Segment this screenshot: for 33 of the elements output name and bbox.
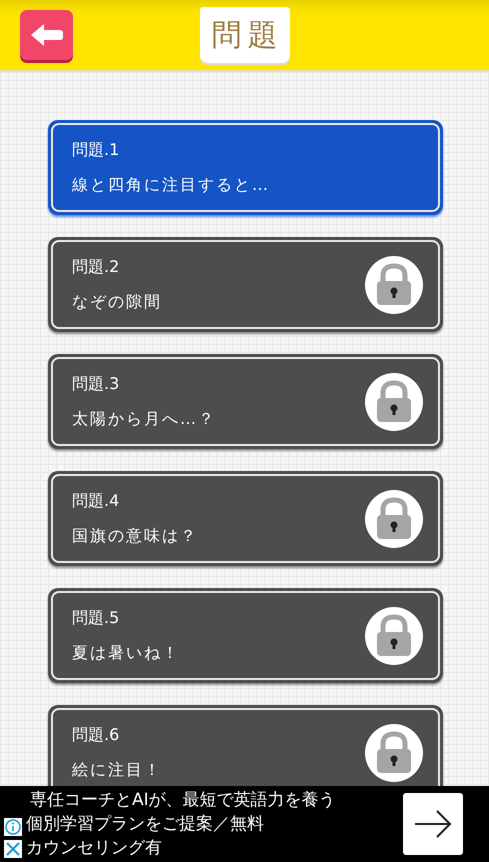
problem-card[interactable]: 問題.6 絵に注目！ — [48, 705, 443, 786]
problem-number: 問題.1 — [72, 140, 120, 160]
problem-title: 線と四角に注目すると… — [72, 174, 271, 196]
back-button[interactable] — [20, 10, 73, 60]
lock-icon — [364, 372, 424, 432]
problem-card[interactable]: 問題.1 線と四角に注目すると… — [48, 120, 443, 215]
lock-icon — [364, 254, 424, 314]
problem-number: 問題.4 — [72, 490, 120, 512]
ad-text: カウンセリング有 — [26, 837, 163, 860]
lock-icon — [364, 606, 424, 666]
problem-number: 問題.5 — [72, 608, 120, 628]
page-title: 問題 — [200, 7, 290, 63]
info-icon[interactable] — [4, 818, 22, 836]
problem-number: 問題.6 — [72, 724, 120, 746]
problem-title: 絵に注目！ — [72, 760, 163, 780]
problem-title: 夏は暑いね！ — [72, 642, 181, 664]
close-icon[interactable] — [4, 840, 22, 858]
problem-title: 国旗の意味は？ — [72, 526, 199, 546]
problem-title: 太陽から月へ…？ — [72, 408, 217, 430]
lock-icon — [364, 488, 424, 548]
ad-text: 個別学習プランをご提案／無料 — [26, 813, 265, 836]
problem-number: 問題.3 — [72, 374, 120, 394]
problem-card[interactable]: 問題.3 太陽から月へ…？ — [48, 354, 443, 449]
arrow-right-icon — [413, 809, 453, 839]
problem-title: なぞの隙間 — [72, 292, 163, 312]
arrow-left-icon — [30, 23, 64, 47]
problem-card[interactable]: 問題.4 国旗の意味は？ — [48, 471, 443, 566]
ad-open-button[interactable] — [403, 793, 463, 855]
problem-card[interactable]: 問題.2 なぞの隙間 — [48, 237, 443, 332]
problem-number: 問題.2 — [72, 256, 120, 278]
ad-text: 専任コーチとAIが、最短で英語力を養う — [29, 789, 337, 812]
lock-icon — [364, 722, 424, 782]
problem-card[interactable]: 問題.5 夏は暑いね！ — [48, 588, 443, 683]
